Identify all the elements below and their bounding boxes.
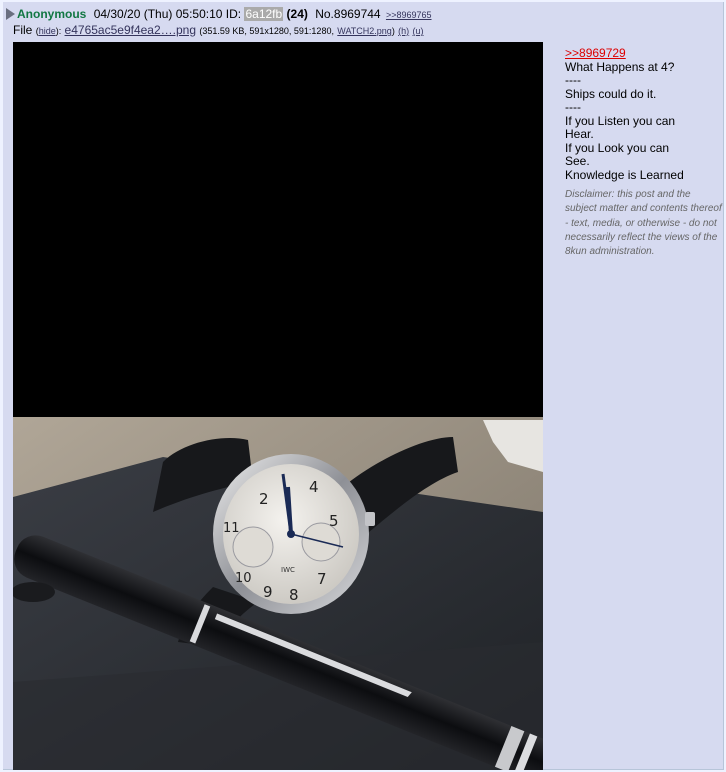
body-line: If you Listen you can Hear. — [565, 113, 676, 141]
poster-id-label: ID: — [225, 7, 242, 21]
file-meta: (351.59 KB, 591x1280, 591:1280, — [199, 26, 334, 36]
poster-name: Anonymous — [17, 7, 87, 21]
watch-numeral: 10 — [235, 571, 252, 586]
file-name-link[interactable]: e4765ac5e9f4ea2….png — [65, 23, 196, 37]
watch-numeral: 7 — [317, 570, 327, 588]
post-body: >>8969729 What Happens at 4? ---- Ships … — [565, 46, 723, 259]
watch-numeral: 4 — [309, 478, 319, 496]
backlink[interactable]: >>8969765 — [386, 10, 432, 20]
post-number-link[interactable]: No.8969744 — [315, 7, 380, 21]
post-image-drawing: 2 4 5 7 8 9 10 11 IWC — [13, 42, 543, 770]
file-u-link[interactable]: (u) — [413, 26, 424, 36]
post-intro: Anonymous 04/30/20 (Thu) 05:50:10 ID: 6a… — [6, 5, 432, 23]
post-date: 04/30/20 (Thu) 05:50:10 — [93, 7, 223, 21]
body-line: ---- — [565, 100, 581, 114]
watch-numeral: 5 — [329, 512, 339, 530]
post-container: Anonymous 04/30/20 (Thu) 05:50:10 ID: 6a… — [3, 2, 724, 770]
file-label: File — [13, 23, 33, 37]
hide-file-link[interactable]: hide — [39, 26, 56, 36]
body-line: If you Look you can See. — [565, 140, 670, 168]
body-line: Ships could do it. — [565, 86, 657, 101]
post-menu-arrow-icon[interactable] — [6, 8, 15, 20]
watch-numeral: 9 — [263, 583, 273, 601]
watch-numeral: 11 — [223, 521, 240, 536]
body-line: ---- — [565, 73, 581, 87]
file-hide-close: ): — [55, 26, 62, 36]
file-meta-close: ) — [391, 26, 395, 36]
watch-numeral: 8 — [289, 586, 299, 604]
watch-numeral: 2 — [259, 490, 269, 508]
body-line: Knowledge is Learned — [565, 167, 684, 182]
body-line: What Happens at 4? — [565, 59, 675, 74]
poster-post-count: (24) — [286, 7, 308, 21]
quote-link[interactable]: >>8969729 — [565, 46, 626, 60]
file-info: File (hide): e4765ac5e9f4ea2….png (351.5… — [13, 23, 424, 38]
watch-brand: IWC — [281, 566, 295, 574]
poster-id[interactable]: 6a12fb — [244, 7, 284, 21]
post-image[interactable]: 2 4 5 7 8 9 10 11 IWC — [13, 42, 543, 770]
original-filename-link[interactable]: WATCH2.png — [337, 26, 392, 36]
disclaimer: Disclaimer: this post and the subject ma… — [565, 189, 722, 258]
file-h-link[interactable]: (h) — [398, 26, 409, 36]
